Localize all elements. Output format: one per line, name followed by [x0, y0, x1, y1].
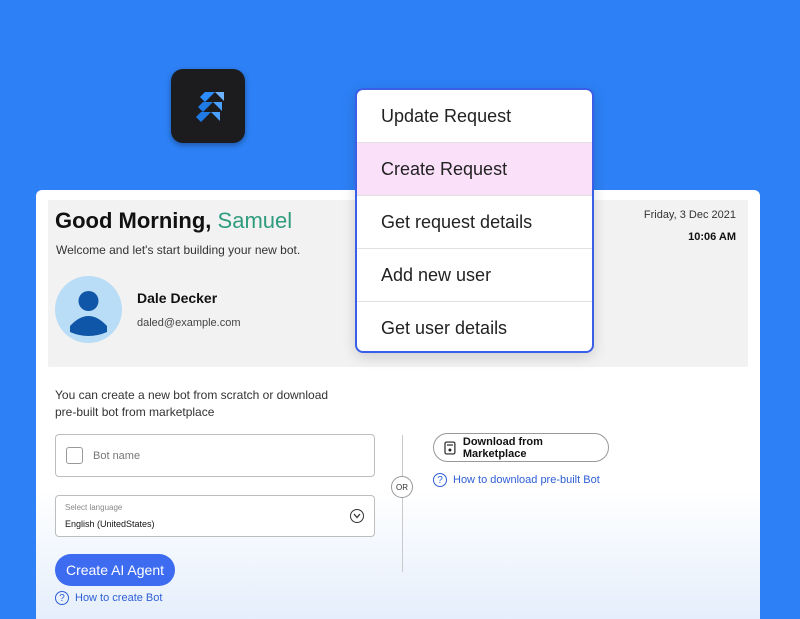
action-dropdown-menu: Update Request Create Request Get reques… [355, 88, 594, 353]
current-date: Friday, 3 Dec 2021 [643, 209, 736, 221]
menu-item-add-new-user[interactable]: Add new user [357, 249, 592, 302]
intro-line-1: You can create a new bot from scratch or… [55, 388, 329, 402]
how-to-download-bot-link[interactable]: ? How to download pre-built Bot [433, 473, 600, 487]
jira-app-icon[interactable] [171, 69, 245, 143]
how-to-download-bot-label: How to download pre-built Bot [453, 474, 600, 486]
vertical-divider [402, 435, 403, 572]
help-icon: ? [55, 591, 69, 605]
create-ai-agent-button[interactable]: Create AI Agent [55, 554, 175, 586]
or-badge: OR [391, 476, 413, 498]
language-value: English (UnitedStates) [65, 519, 155, 529]
menu-item-update-request[interactable]: Update Request [357, 90, 592, 143]
how-to-create-bot-link[interactable]: ? How to create Bot [55, 591, 162, 605]
greeting-heading: Good Morning, Samuel [55, 208, 292, 234]
download-from-marketplace-button[interactable]: Download from Marketplace [433, 433, 609, 462]
bot-name-field[interactable]: Bot name [55, 434, 375, 477]
marketplace-button-label: Download from Marketplace [462, 435, 543, 460]
menu-item-get-request-details[interactable]: Get request details [357, 196, 592, 249]
bot-name-placeholder: Bot name [93, 449, 141, 462]
avatar [55, 276, 122, 343]
how-to-create-bot-label: How to create Bot [75, 592, 163, 604]
chevron-down-icon[interactable] [350, 509, 364, 523]
intro-line-2: pre-built bot from marketplace [55, 405, 215, 419]
menu-item-create-request[interactable]: Create Request [357, 143, 592, 196]
menu-item-get-user-details[interactable]: Get user details [357, 302, 592, 351]
current-time: 10:06 AM [688, 231, 736, 243]
marketplace-icon [444, 440, 456, 455]
language-select[interactable]: Select language English (UnitedStates) [55, 495, 375, 537]
greeting-name: Samuel [217, 208, 293, 233]
welcome-text: Welcome and let's start building your ne… [56, 243, 301, 257]
greeting-prefix: Good Morning, [55, 208, 212, 233]
language-caption: Select language [65, 503, 123, 512]
jira-icon [196, 92, 224, 122]
user-avatar-icon [70, 291, 107, 336]
bot-name-checkbox[interactable] [66, 447, 83, 464]
user-email: daled@example.com [137, 317, 241, 329]
help-icon: ? [433, 473, 447, 487]
user-name: Dale Decker [137, 290, 218, 306]
create-intro-text: You can create a new bot from scratch or… [55, 387, 355, 421]
